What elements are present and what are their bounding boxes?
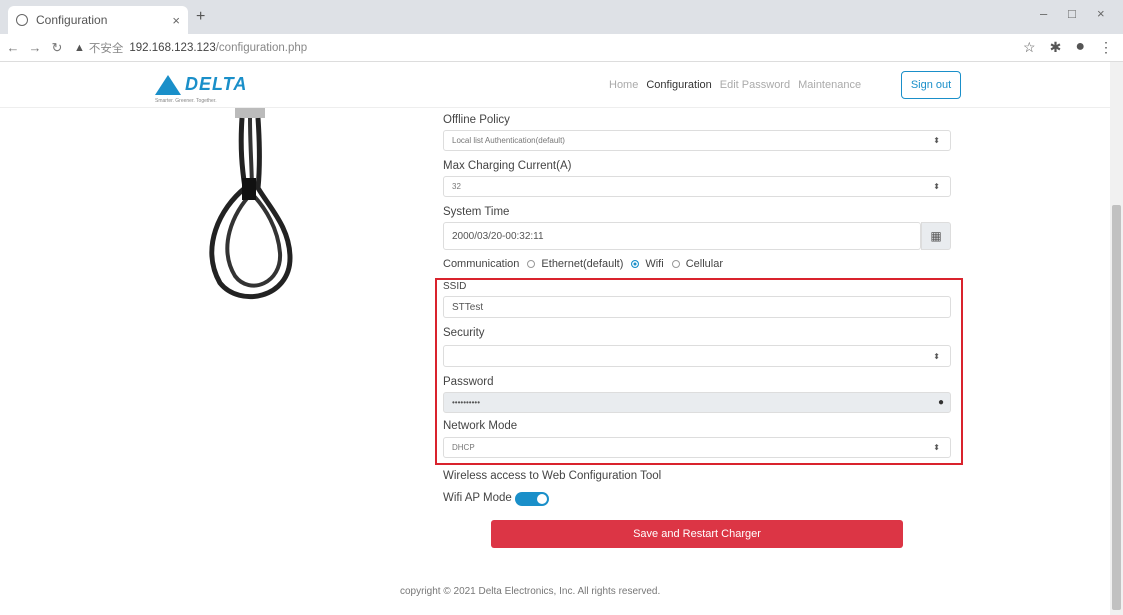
radio-wifi-label: Wifi bbox=[645, 258, 664, 270]
nav-edit-password[interactable]: Edit Password bbox=[720, 79, 790, 91]
network-mode-label: Network Mode bbox=[443, 420, 518, 432]
page-scrollbar[interactable] bbox=[1110, 62, 1123, 615]
address-bar: ← → ↻ ▲ 不安全 192.168.123.123 /configurati… bbox=[0, 34, 1123, 62]
max-current-select[interactable]: 32 ⬍ bbox=[443, 176, 951, 197]
minimize-icon[interactable]: – bbox=[1040, 6, 1047, 21]
security-select[interactable]: ⬍ bbox=[443, 345, 951, 367]
url-path: /configuration.php bbox=[215, 41, 308, 54]
security-label: Security bbox=[443, 327, 485, 339]
communication-label: Communication bbox=[443, 258, 520, 270]
sign-out-button[interactable]: Sign out bbox=[901, 71, 961, 99]
network-mode-select[interactable]: DHCP ⬍ bbox=[443, 437, 951, 458]
delta-logo[interactable]: DELTA Smarter. Greener. Together. bbox=[155, 74, 248, 104]
nav-home[interactable]: Home bbox=[609, 79, 638, 91]
radio-ethernet-label: Ethernet(default) bbox=[541, 258, 624, 270]
select-caret-icon: ⬍ bbox=[933, 351, 940, 361]
nav-configuration[interactable]: Configuration bbox=[646, 79, 711, 91]
forward-icon[interactable]: → bbox=[26, 40, 44, 55]
favicon-icon bbox=[16, 14, 28, 26]
calendar-icon[interactable]: ▦ bbox=[921, 222, 951, 250]
bookmark-star-icon[interactable]: ☆ bbox=[1023, 39, 1036, 56]
ssid-input[interactable]: STTest bbox=[443, 296, 951, 318]
offline-policy-label: Offline Policy bbox=[443, 114, 510, 126]
logo-tagline: Smarter. Greener. Together. bbox=[155, 98, 217, 104]
footer-copyright: copyright © 2021 Delta Electronics, Inc.… bbox=[400, 586, 661, 597]
site-navbar: DELTA Smarter. Greener. Together. Home C… bbox=[0, 62, 1110, 108]
url-host: 192.168.123.123 bbox=[129, 41, 216, 54]
main-menu: Home Configuration Edit Password Mainten… bbox=[609, 79, 861, 91]
save-restart-button[interactable]: Save and Restart Charger bbox=[491, 520, 903, 548]
offline-policy-select[interactable]: Local list Authentication(default) ⬍ bbox=[443, 130, 951, 151]
browser-tab[interactable]: Configuration × bbox=[8, 6, 188, 34]
eye-icon[interactable]: ● bbox=[938, 397, 944, 408]
charger-cable-image bbox=[209, 108, 293, 300]
system-time-input[interactable]: 2000/03/20-00:32:11 bbox=[443, 222, 921, 250]
wifi-ap-mode-label: Wifi AP Mode bbox=[443, 492, 512, 504]
ssid-label: SSID bbox=[443, 281, 467, 292]
select-caret-icon: ⬍ bbox=[933, 182, 940, 191]
radio-cellular-label: Cellular bbox=[685, 258, 723, 270]
ssid-value: STTest bbox=[452, 301, 484, 313]
max-current-value: 32 bbox=[452, 182, 461, 191]
password-label: Password bbox=[443, 376, 494, 388]
network-mode-value: DHCP bbox=[452, 443, 475, 452]
tab-close-icon[interactable]: × bbox=[172, 13, 180, 28]
page: DELTA Smarter. Greener. Together. Home C… bbox=[0, 62, 1110, 615]
reload-icon[interactable]: ↻ bbox=[48, 40, 66, 56]
url-field[interactable]: ▲ 不安全 192.168.123.123 /configuration.php bbox=[74, 40, 307, 56]
nav-maintenance[interactable]: Maintenance bbox=[798, 79, 861, 91]
password-input[interactable]: •••••••••• ● bbox=[443, 392, 951, 413]
tab-title: Configuration bbox=[36, 13, 108, 27]
password-value: •••••••••• bbox=[452, 398, 481, 407]
select-caret-icon: ⬍ bbox=[933, 136, 940, 145]
menu-dots-icon[interactable]: ⋮ bbox=[1099, 39, 1113, 56]
max-current-label: Max Charging Current(A) bbox=[443, 160, 572, 172]
profile-icon[interactable]: ● bbox=[1075, 38, 1085, 56]
delta-triangle-icon bbox=[155, 74, 181, 95]
system-time-value: 2000/03/20-00:32:11 bbox=[452, 230, 544, 242]
radio-wifi[interactable] bbox=[631, 260, 640, 268]
select-caret-icon: ⬍ bbox=[933, 443, 940, 452]
wifi-ap-mode-toggle[interactable] bbox=[515, 492, 549, 506]
radio-ethernet[interactable] bbox=[527, 260, 536, 268]
radio-cellular[interactable] bbox=[671, 260, 680, 268]
extensions-icon[interactable]: ✱ bbox=[1050, 39, 1062, 56]
back-icon[interactable]: ← bbox=[4, 40, 22, 55]
close-window-icon[interactable]: × bbox=[1097, 6, 1105, 21]
new-tab-button[interactable]: + bbox=[196, 8, 205, 26]
system-time-label: System Time bbox=[443, 206, 510, 218]
communication-group: Communication Ethernet(default) Wifi Cel… bbox=[443, 258, 723, 270]
toggle-knob bbox=[537, 494, 547, 504]
offline-policy-value: Local list Authentication(default) bbox=[452, 136, 565, 145]
wireless-access-label: Wireless access to Web Configuration Too… bbox=[443, 470, 662, 482]
maximize-icon[interactable]: □ bbox=[1068, 6, 1076, 21]
browser-tab-bar: Configuration × + – □ × bbox=[0, 0, 1123, 34]
insecure-label: 不安全 bbox=[88, 42, 124, 55]
warning-icon: ▲ bbox=[74, 41, 85, 54]
logo-text: DELTA bbox=[185, 74, 248, 94]
scrollbar-thumb[interactable] bbox=[1112, 205, 1121, 610]
